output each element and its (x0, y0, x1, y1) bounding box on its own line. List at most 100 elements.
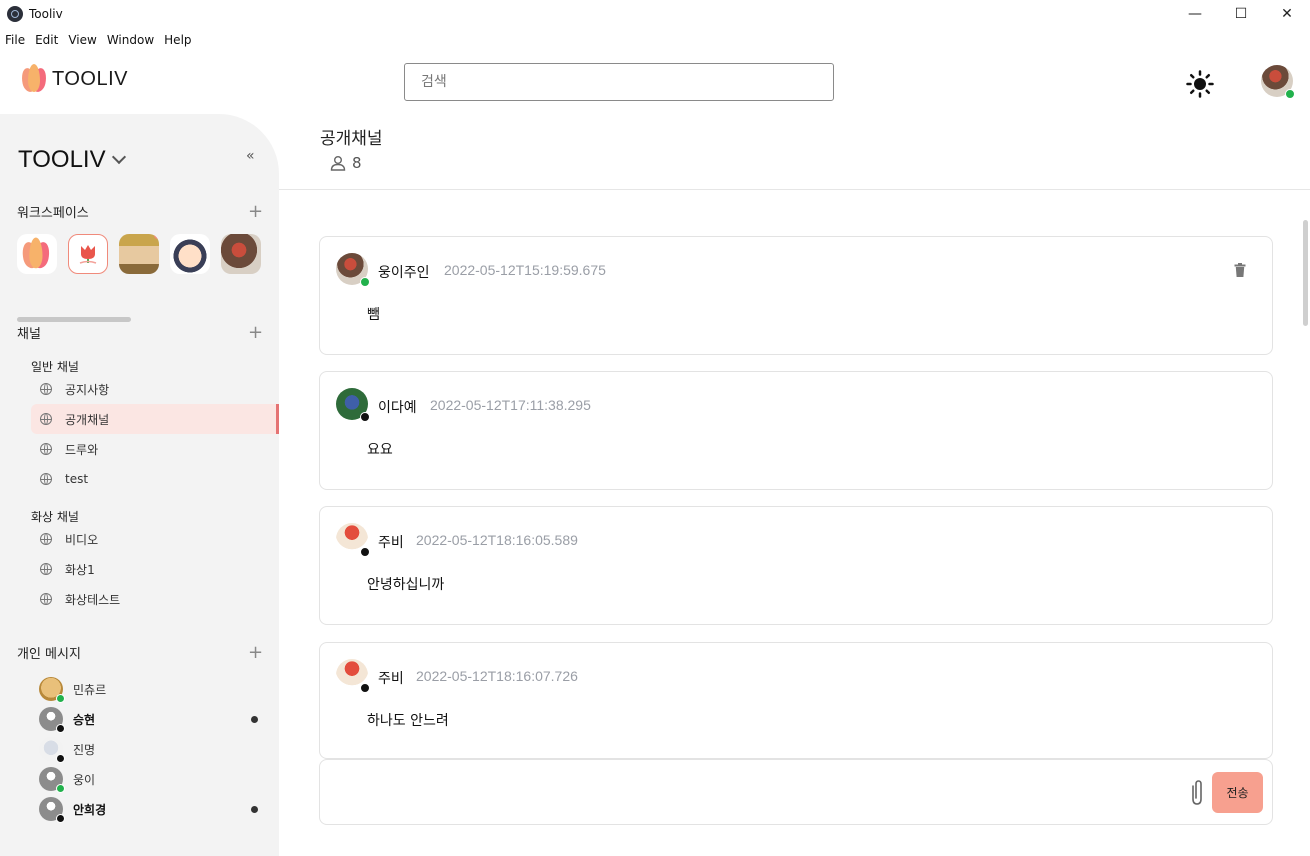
message-body: 요요 (367, 442, 393, 458)
channels-label: 채널 (17, 327, 41, 342)
offline-status-dot (360, 683, 370, 693)
default-avatar-icon (39, 707, 65, 733)
default-avatar-icon (39, 797, 65, 823)
app-icon (7, 6, 23, 22)
workspace-dog[interactable] (221, 234, 261, 274)
message-body: 하나도 안느려 (367, 713, 449, 729)
video-channel-group: 화상 채널 (31, 510, 79, 524)
workspace-tulip[interactable] (68, 234, 108, 274)
channel-label: 화상1 (65, 562, 95, 577)
channel-item[interactable]: 화상테스트 (31, 584, 279, 614)
add-channel-button[interactable]: + (248, 324, 263, 342)
menu-view[interactable]: View (63, 30, 101, 50)
menu-edit[interactable]: Edit (30, 30, 63, 50)
workspace-list (17, 234, 261, 274)
window-title: Tooliv (29, 7, 63, 21)
add-dm-button[interactable]: + (248, 644, 263, 662)
dm-name: 웅이 (73, 772, 96, 787)
sun-icon[interactable] (1186, 70, 1214, 98)
online-status-dot (1285, 89, 1295, 99)
app-logo[interactable]: TOOLIV (19, 64, 128, 94)
add-workspace-button[interactable]: + (248, 203, 263, 221)
online-status-dot (56, 694, 65, 703)
avatar[interactable] (336, 253, 370, 287)
channel-item[interactable]: 드루와 (31, 434, 279, 464)
menu-bar: File Edit View Window Help (0, 30, 197, 50)
avatar[interactable] (336, 659, 370, 693)
channel-item[interactable]: 화상1 (31, 554, 279, 584)
globe-icon (40, 563, 52, 575)
user-icon (330, 156, 346, 171)
channel-label: 공지사항 (65, 382, 110, 397)
channel-item[interactable]: 공지사항 (31, 374, 279, 404)
message-time: 2022-05-12T18:16:07.726 (416, 668, 578, 684)
maximize-button[interactable]: ☐ (1218, 0, 1264, 28)
menu-file[interactable]: File (0, 30, 30, 50)
tulip-logo-icon (20, 237, 52, 271)
my-avatar[interactable] (1261, 65, 1295, 99)
channel-item[interactable]: test (31, 464, 279, 494)
online-status-dot (360, 277, 370, 287)
message-time: 2022-05-12T18:16:05.589 (416, 532, 578, 548)
send-button[interactable]: 전송 (1212, 772, 1263, 813)
menu-window[interactable]: Window (102, 30, 159, 50)
dm-item[interactable]: 승현 (39, 704, 269, 734)
tulip-icon (79, 245, 97, 264)
channel-label: 비디오 (65, 532, 99, 547)
close-button[interactable]: ✕ (1264, 0, 1310, 28)
minimize-button[interactable]: — (1172, 0, 1218, 28)
dm-name: 승현 (73, 712, 96, 727)
message-time: 2022-05-12T17:11:38.295 (430, 397, 591, 413)
dm-name: 진명 (73, 742, 96, 757)
direct-messages-label: 개인 메시지 (17, 647, 81, 662)
message-card: 웅이주인 2022-05-12T15:19:59.675 뺌 (319, 236, 1273, 355)
workspace-switcher[interactable]: TOOLIV (18, 146, 126, 174)
collapse-sidebar-icon[interactable]: « (246, 148, 255, 164)
message-card: 주비 2022-05-12T18:16:05.589 안녕하십니까 (319, 506, 1273, 625)
dm-name: 안희경 (73, 802, 107, 817)
paperclip-icon[interactable] (1186, 778, 1208, 808)
offline-status-dot (56, 724, 65, 733)
avatar (39, 737, 65, 763)
offline-status-dot (360, 547, 370, 557)
workspace-photo[interactable] (119, 234, 159, 274)
message-card: 이다예 2022-05-12T17:11:38.295 요요 (319, 371, 1273, 490)
workspace-scrollbar[interactable] (17, 317, 131, 322)
message-author: 이다예 (378, 400, 417, 416)
window-titlebar: Tooliv — ☐ ✕ (0, 0, 1310, 28)
member-count: 8 (352, 154, 362, 172)
offline-status-dot (360, 412, 370, 422)
search-input[interactable] (404, 63, 834, 101)
dm-item[interactable]: 안희경 (39, 794, 269, 824)
globe-icon (40, 443, 52, 455)
globe-icon (40, 593, 52, 605)
workspace-tooliv[interactable] (17, 234, 57, 274)
message-scrollbar[interactable] (1303, 220, 1308, 326)
workspaces-label: 워크스페이스 (17, 206, 89, 221)
avatar[interactable] (336, 388, 370, 422)
member-count-button[interactable]: 8 (330, 154, 362, 172)
dm-item[interactable]: 민츄르 (39, 674, 269, 704)
dm-item[interactable]: 진명 (39, 734, 269, 764)
channel-title: 공개채널 (320, 129, 383, 149)
globe-icon (40, 383, 52, 395)
avatar (39, 677, 65, 703)
avatar[interactable] (336, 523, 370, 557)
channel-item[interactable]: 비디오 (31, 524, 279, 554)
message-body: 뺌 (367, 307, 380, 323)
chevron-down-icon (111, 149, 126, 165)
online-status-dot (56, 784, 65, 793)
globe-icon (40, 533, 52, 545)
message-author: 주비 (378, 535, 404, 551)
channel-label: 공개채널 (65, 412, 110, 427)
channel-item-active[interactable]: 공개채널 (31, 404, 279, 434)
workspace-cartoon[interactable] (170, 234, 210, 274)
default-avatar-icon (39, 767, 65, 793)
message-author: 웅이주인 (378, 265, 430, 281)
message-time: 2022-05-12T15:19:59.675 (444, 262, 606, 278)
trash-icon[interactable] (1232, 262, 1248, 278)
message-composer[interactable]: 전송 (319, 759, 1273, 825)
dm-item[interactable]: 웅이 (39, 764, 269, 794)
general-channel-group: 일반 채널 (31, 360, 79, 374)
menu-help[interactable]: Help (159, 30, 196, 50)
